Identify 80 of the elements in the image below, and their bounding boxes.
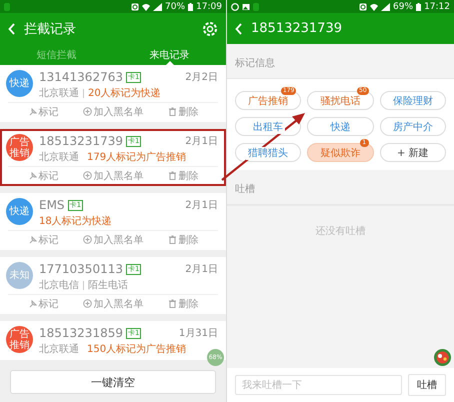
trash-icon — [168, 235, 176, 244]
trash-icon — [168, 299, 176, 308]
signal-icon — [153, 2, 162, 10]
signal-icon — [381, 2, 390, 10]
plus-circle-icon — [82, 107, 92, 116]
clear-all-button[interactable]: 一键清空 — [10, 370, 216, 394]
battery-icon — [416, 2, 422, 10]
plus-circle-icon — [82, 299, 92, 308]
carrier-label: 北京联通 — [39, 86, 79, 100]
pin-icon — [28, 171, 36, 180]
tag-chip[interactable]: 房产中介 — [380, 117, 446, 136]
carrier-label: 北京电信 — [39, 278, 79, 292]
clock-time: 17:09 — [196, 2, 222, 12]
action-button[interactable]: 标记 — [8, 167, 78, 184]
pin-icon — [28, 107, 36, 116]
tab[interactable]: 短信拦截 — [0, 44, 113, 65]
pin-icon — [28, 299, 36, 308]
action-button[interactable]: 标记 — [8, 231, 78, 248]
pin-icon — [28, 235, 36, 244]
alarm-icon — [131, 2, 140, 10]
caller-note: 陌生电话 — [88, 278, 128, 292]
caller-avatar: 广告推销 — [6, 134, 33, 161]
plus-circle-icon — [82, 171, 92, 180]
plus-circle-icon — [82, 235, 92, 244]
phone-number: 13141362763 — [39, 70, 123, 84]
mark-count: 150人标记为广告推销 — [87, 342, 186, 356]
alarm-icon — [359, 2, 368, 10]
mark-count: 18人标记为快递 — [39, 214, 112, 228]
call-date: 2月1日 — [185, 135, 218, 148]
trash-icon — [168, 107, 176, 116]
carrier-label: 北京联通 — [39, 150, 79, 164]
trash-icon — [168, 171, 176, 180]
caller-avatar: 广告推销 — [6, 326, 33, 353]
tag-chip[interactable]: 猎聘猎头 — [235, 143, 302, 162]
action-button[interactable]: 标记 — [8, 103, 78, 120]
back-icon — [235, 22, 243, 34]
mark-count: 20人标记为快递 — [88, 86, 161, 100]
action-button[interactable]: 加入黑名单 — [78, 231, 148, 248]
mark-count: 179人标记为广告推销 — [87, 150, 186, 164]
tag-chip[interactable]: 快递 — [307, 117, 374, 136]
submit-button[interactable]: 吐槽 — [408, 374, 446, 396]
add-tag-button[interactable]: + 新建 — [380, 143, 446, 162]
battery-level: 70% — [165, 2, 186, 12]
settings-icon — [202, 20, 218, 36]
image-icon — [242, 2, 250, 10]
caller-avatar: 未知 — [6, 262, 33, 289]
tag-chip[interactable]: 保险理财 — [380, 91, 446, 110]
action-button[interactable]: 加入黑名单 — [78, 167, 148, 184]
action-button[interactable]: 删除 — [148, 167, 218, 184]
action-button[interactable]: 加入黑名单 — [78, 295, 148, 312]
caller-avatar: 快递 — [6, 70, 33, 97]
floating-app-icon — [434, 349, 451, 366]
screen-title: 拦截记录 — [24, 20, 77, 38]
tag-chip[interactable]: 出租车 — [235, 117, 302, 136]
clock-time: 17:12 — [424, 2, 450, 12]
caller-avatar: 快递 — [6, 198, 33, 225]
wifi-icon — [142, 2, 150, 10]
phone-number: 17710350113 — [39, 262, 123, 276]
tab[interactable]: 来电记录 — [113, 44, 226, 65]
comment-field[interactable]: 我来吐槽一下 — [235, 375, 402, 395]
action-button[interactable]: 删除 — [148, 231, 218, 248]
call-date: 2月1日 — [185, 199, 218, 212]
phone-number: EMS — [39, 198, 65, 212]
action-button[interactable]: 删除 — [148, 295, 218, 312]
call-date: 1月31日 — [178, 327, 218, 340]
call-date: 2月2日 — [185, 71, 218, 84]
battery-icon — [188, 2, 194, 10]
action-button[interactable]: 加入黑名单 — [78, 103, 148, 120]
wifi-icon — [370, 2, 378, 10]
phone-number: 18513231859 — [39, 326, 123, 340]
call-date: 2月1日 — [185, 263, 218, 276]
battery-level: 69% — [393, 2, 414, 12]
app-icon — [253, 2, 259, 10]
action-button[interactable]: 删除 — [148, 103, 218, 120]
app-icon — [4, 2, 10, 10]
carrier-label: 北京联通 — [39, 342, 79, 356]
back-icon — [8, 22, 16, 34]
screen-title: 18513231739 — [251, 21, 343, 36]
action-button[interactable]: 标记 — [8, 295, 78, 312]
phone-number: 18513231739 — [39, 134, 123, 148]
